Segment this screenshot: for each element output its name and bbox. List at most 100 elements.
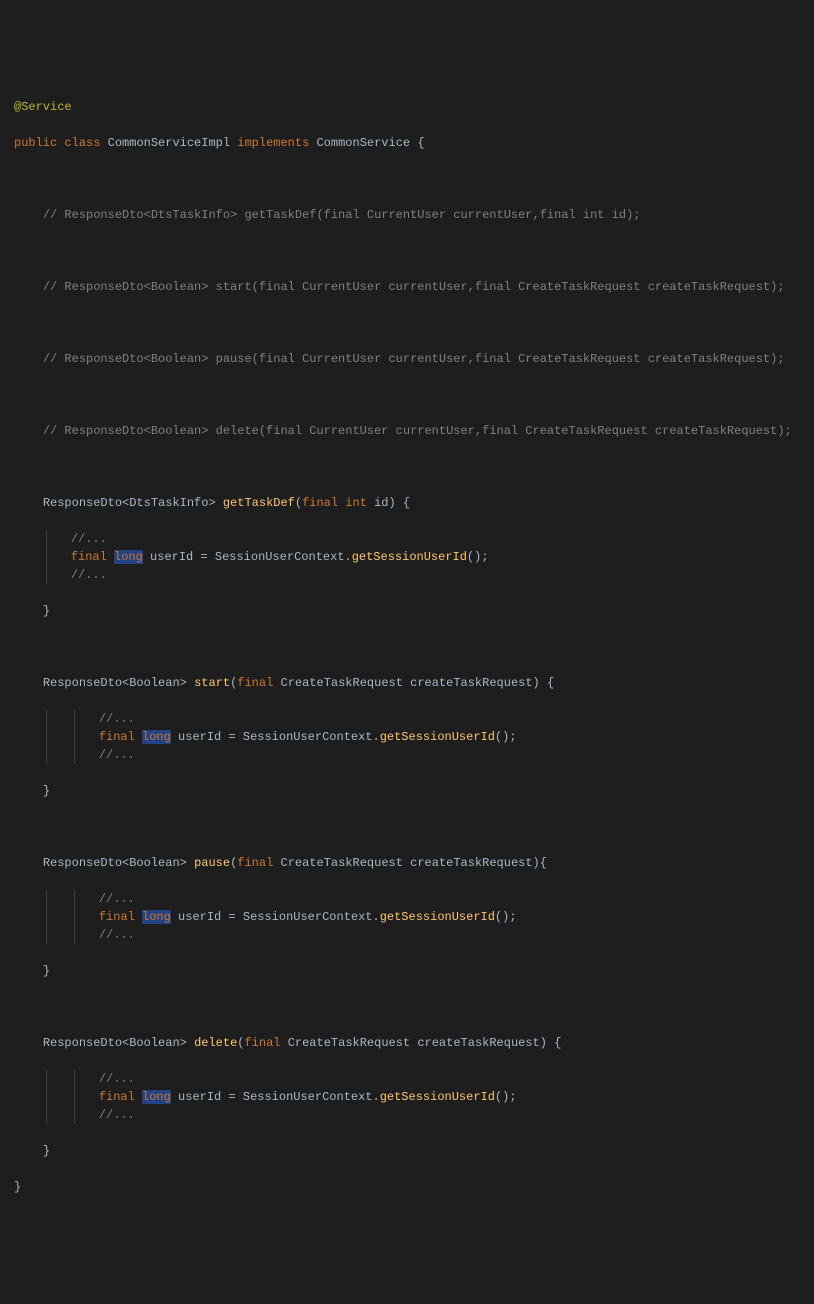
param-id: id [374, 496, 388, 510]
keyword-long: long [142, 910, 171, 924]
semicolon: ; [509, 730, 516, 744]
keyword-final: final [237, 856, 273, 870]
type-createtaskrequest: CreateTaskRequest [288, 1036, 410, 1050]
comment-line: //... [99, 1108, 135, 1122]
code-line [14, 386, 800, 404]
angle-close: > [180, 856, 187, 870]
indent-guide: //... final long userId = SessionUserCon… [46, 530, 489, 584]
type-responsedto: ResponseDto [43, 496, 122, 510]
comment-line: // ResponseDto<Boolean> delete(final Cur… [43, 424, 792, 438]
type-sessionusercontext: SessionUserContext [243, 910, 373, 924]
method-gettaskdef: getTaskDef [223, 496, 295, 510]
dot: . [373, 910, 380, 924]
angle-open: < [122, 856, 129, 870]
semicolon: ; [509, 910, 516, 924]
code-line: //... final long userId = SessionUserCon… [14, 890, 800, 944]
param-createtaskrequest: createTaskRequest [410, 856, 532, 870]
keyword-long: long [114, 550, 143, 564]
type-boolean: Boolean [129, 856, 179, 870]
type-responsedto: ResponseDto [43, 676, 122, 690]
paren: ) [533, 676, 540, 690]
code-line: } [14, 1178, 800, 1196]
code-line: } [14, 1142, 800, 1160]
keyword-long: long [142, 1090, 171, 1104]
code-line [14, 314, 800, 332]
parens: () [495, 1090, 509, 1104]
brace: } [43, 784, 50, 798]
type-boolean: Boolean [129, 676, 179, 690]
angle-open: < [122, 1036, 129, 1050]
type-dtstaskinfo: DtsTaskInfo [129, 496, 208, 510]
semicolon: ; [481, 550, 488, 564]
dot: . [345, 550, 352, 564]
class-name: CommonServiceImpl [108, 136, 230, 150]
parens: () [467, 550, 481, 564]
code-line: } [14, 962, 800, 980]
brace: { [417, 136, 424, 150]
code-line: @Service [14, 98, 800, 116]
code-line: //... final long userId = SessionUserCon… [14, 530, 800, 584]
brace: } [43, 604, 50, 618]
paren: ) [540, 1036, 547, 1050]
indent-guide: //... final long userId = SessionUserCon… [74, 890, 517, 944]
code-line [14, 458, 800, 476]
parens: () [495, 910, 509, 924]
code-line: // ResponseDto<Boolean> delete(final Cur… [14, 422, 800, 440]
brace: } [14, 1180, 21, 1194]
paren: ( [230, 856, 237, 870]
dot: . [373, 730, 380, 744]
keyword-final: final [99, 910, 135, 924]
keyword-class: class [64, 136, 100, 150]
parens: () [495, 730, 509, 744]
type-sessionusercontext: SessionUserContext [243, 730, 373, 744]
type-boolean: Boolean [129, 1036, 179, 1050]
code-line: // ResponseDto<DtsTaskInfo> getTaskDef(f… [14, 206, 800, 224]
code-line [14, 998, 800, 1016]
brace: { [547, 676, 554, 690]
angle-close: > [180, 676, 187, 690]
method-getsessionuserid: getSessionUserId [380, 910, 495, 924]
var-userid: userId [178, 910, 221, 924]
code-line: } [14, 782, 800, 800]
paren: ) [389, 496, 396, 510]
code-line [14, 818, 800, 836]
indent-guide: //... final long userId = SessionUserCon… [46, 890, 517, 944]
code-line: ResponseDto<Boolean> start(final CreateT… [14, 674, 800, 692]
comment-line: // ResponseDto<Boolean> pause(final Curr… [43, 352, 785, 366]
keyword-final: final [99, 1090, 135, 1104]
code-line [14, 170, 800, 188]
indent-guide: //... final long userId = SessionUserCon… [74, 710, 517, 764]
keyword-final: final [244, 1036, 280, 1050]
keyword-implements: implements [237, 136, 309, 150]
code-line [14, 638, 800, 656]
method-pause: pause [194, 856, 230, 870]
method-getsessionuserid: getSessionUserId [352, 550, 467, 564]
comment-line: // ResponseDto<DtsTaskInfo> getTaskDef(f… [43, 208, 641, 222]
indent-guide: //... final long userId = SessionUserCon… [46, 1070, 517, 1124]
brace: { [403, 496, 410, 510]
equals: = [228, 910, 235, 924]
paren: ( [237, 1036, 244, 1050]
method-start: start [194, 676, 230, 690]
brace: } [43, 964, 50, 978]
param-createtaskrequest: createTaskRequest [417, 1036, 539, 1050]
code-line: } [14, 602, 800, 620]
indent-guide: //... final long userId = SessionUserCon… [74, 1070, 517, 1124]
interface-name: CommonService [316, 136, 410, 150]
method-getsessionuserid: getSessionUserId [380, 1090, 495, 1104]
keyword-public: public [14, 136, 57, 150]
semicolon: ; [509, 1090, 516, 1104]
keyword-final: final [237, 676, 273, 690]
comment-line: //... [99, 712, 135, 726]
equals: = [200, 550, 207, 564]
code-line: ResponseDto<Boolean> delete(final Create… [14, 1034, 800, 1052]
comment-line: //... [99, 748, 135, 762]
code-editor: @Service public class CommonServiceImpl … [14, 80, 800, 1214]
type-sessionusercontext: SessionUserContext [215, 550, 345, 564]
indent-guide: //... final long userId = SessionUserCon… [46, 710, 517, 764]
code-line: ResponseDto<DtsTaskInfo> getTaskDef(fina… [14, 494, 800, 512]
param-createtaskrequest: createTaskRequest [410, 676, 532, 690]
brace: { [554, 1036, 561, 1050]
type-sessionusercontext: SessionUserContext [243, 1090, 373, 1104]
var-userid: userId [178, 1090, 221, 1104]
